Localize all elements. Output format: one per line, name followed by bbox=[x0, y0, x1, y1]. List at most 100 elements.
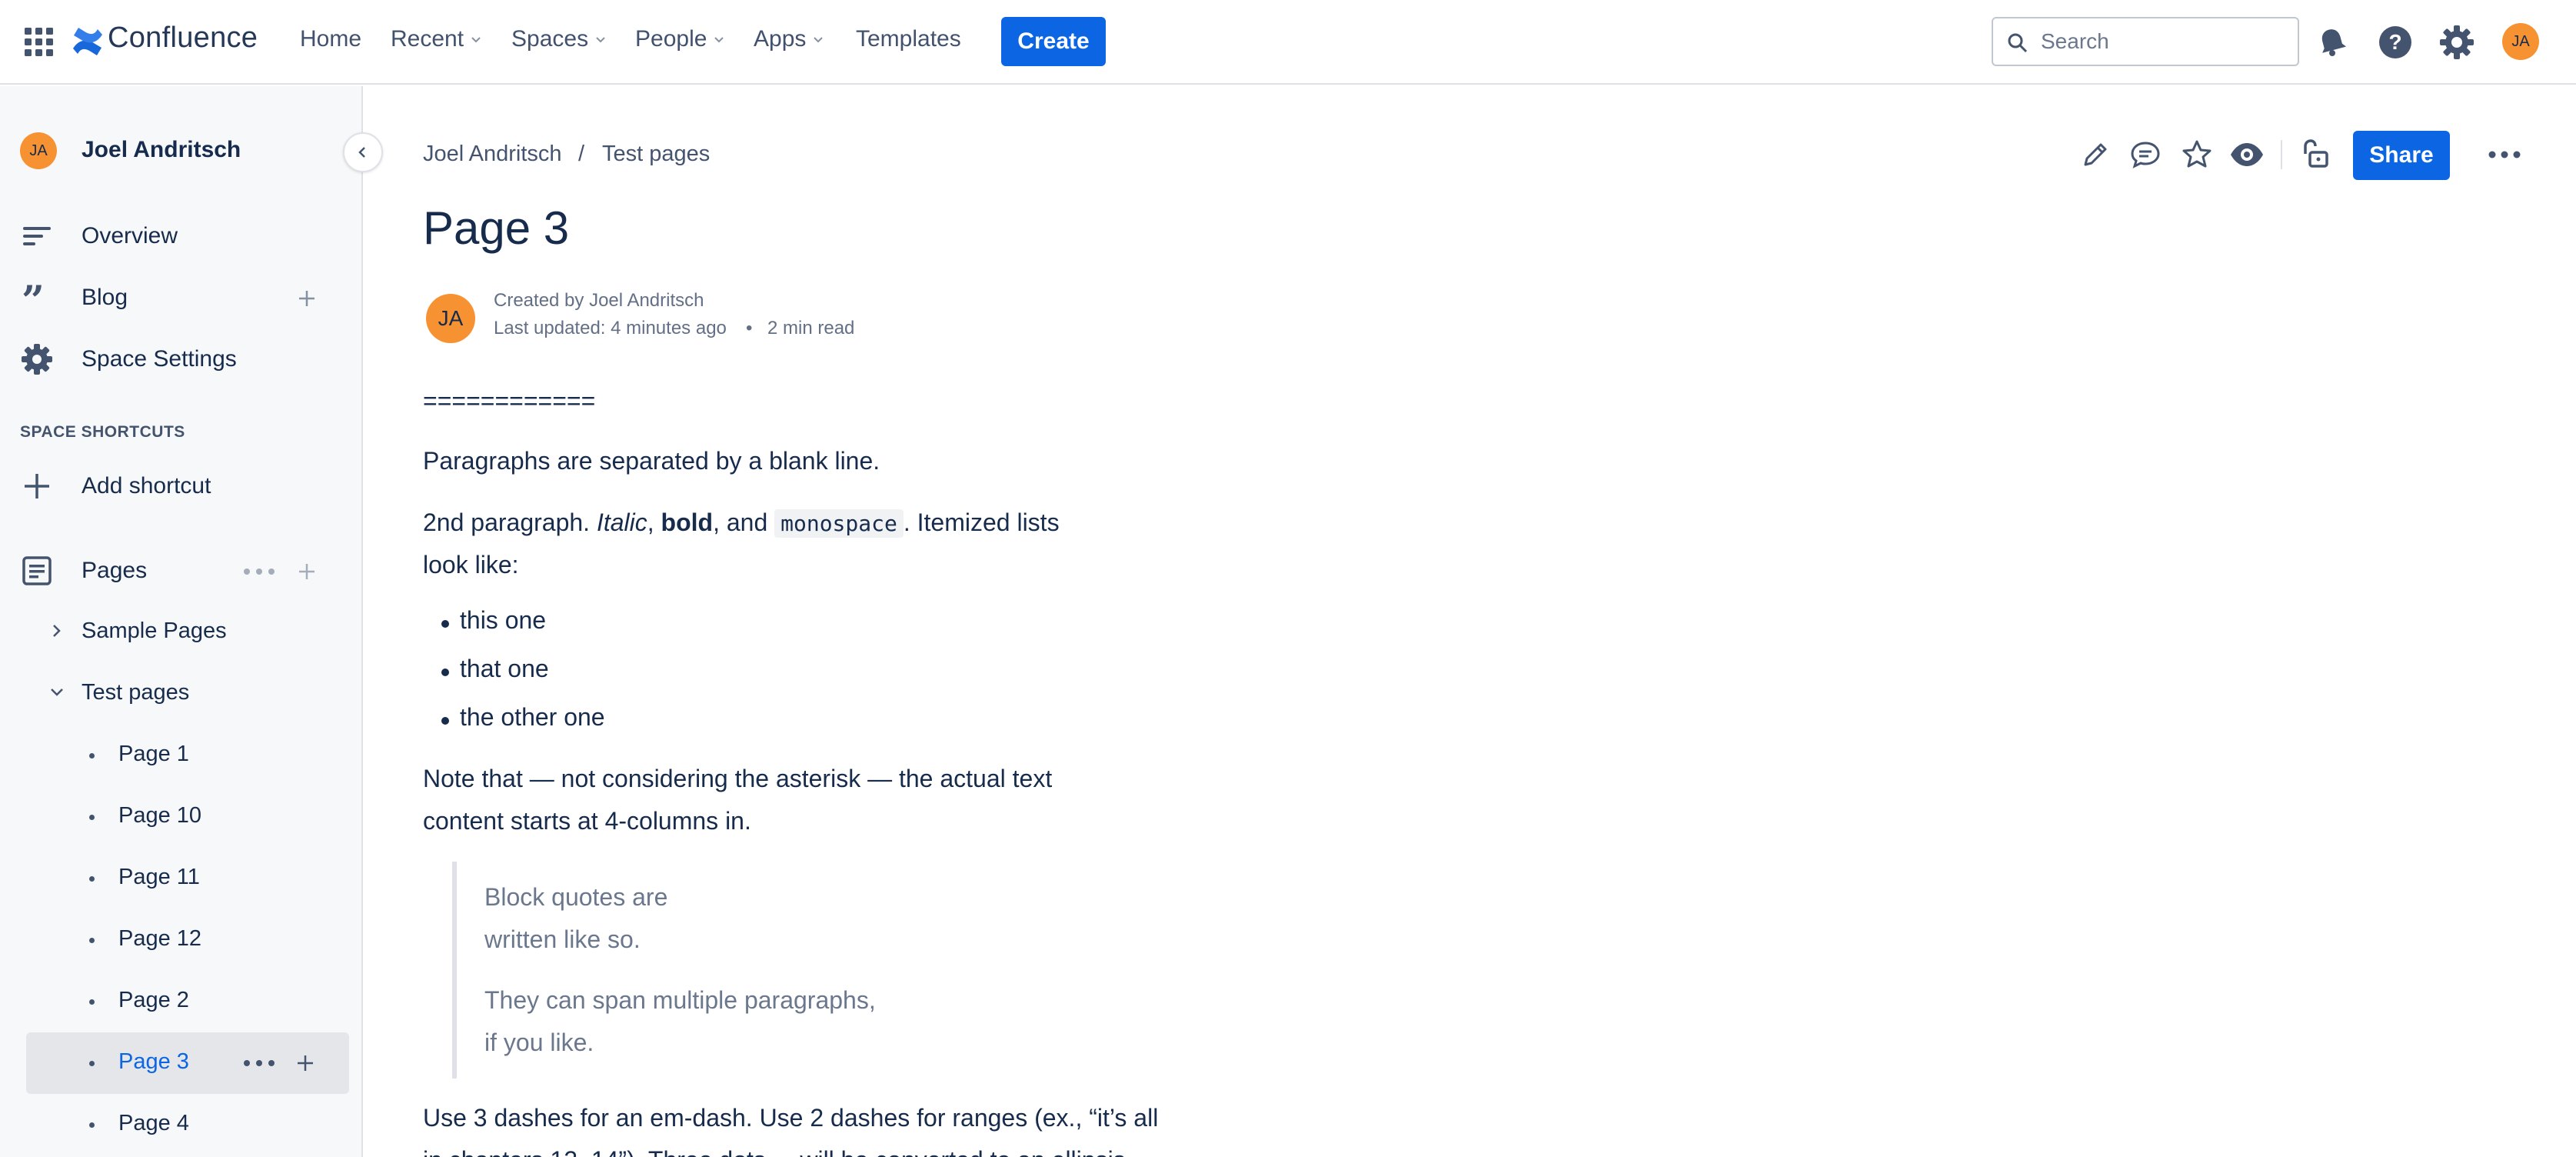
nav-recent-label: Recent bbox=[391, 26, 464, 52]
tree-bullet bbox=[89, 1061, 95, 1066]
svg-text:”: ” bbox=[22, 281, 45, 315]
nav-spaces[interactable]: Spaces bbox=[511, 26, 608, 52]
created-by: Created by Joel Andritsch bbox=[494, 290, 704, 311]
tree-item-label: Page 2 bbox=[118, 988, 189, 1012]
italic-text: Italic bbox=[596, 508, 647, 536]
tree-bullet bbox=[89, 815, 95, 820]
tree-bullet bbox=[89, 1122, 95, 1128]
paragraph-continued: content starts at 4-columns in. bbox=[423, 807, 751, 835]
tree-item-page[interactable]: Page 10 bbox=[0, 786, 363, 848]
help-icon[interactable]: ? bbox=[2378, 25, 2413, 60]
chevron-down-icon[interactable] bbox=[48, 683, 66, 702]
nav-home[interactable]: Home bbox=[300, 26, 361, 52]
sidebar-item-label: Overview bbox=[82, 223, 178, 248]
paragraph: Paragraphs are separated by a blank line… bbox=[423, 447, 880, 475]
chevron-right-icon[interactable] bbox=[48, 622, 66, 640]
tree-bullet bbox=[89, 999, 95, 1005]
notifications-bell-icon[interactable] bbox=[2316, 26, 2348, 58]
list-bullet bbox=[441, 669, 449, 676]
tree-item-page[interactable]: Page 11 bbox=[0, 848, 363, 909]
tree-bullet bbox=[89, 938, 95, 943]
paragraph: Use 3 dashes for an em-dash. Use 2 dashe… bbox=[423, 1104, 1159, 1132]
heading-underline-text: ============ bbox=[423, 387, 596, 415]
pages-label: Pages bbox=[82, 558, 148, 583]
share-button[interactable]: Share bbox=[2353, 131, 2450, 180]
tree-item-sample-pages[interactable]: Sample Pages bbox=[0, 602, 363, 663]
confluence-logo-icon[interactable] bbox=[71, 25, 105, 58]
breadcrumb-item[interactable]: Test pages bbox=[602, 142, 710, 167]
last-updated: Last updated: 4 minutes ago bbox=[494, 318, 727, 338]
list-bullet bbox=[441, 717, 449, 725]
sidebar-item-blog[interactable]: ” Blog bbox=[0, 267, 363, 328]
comment-icon[interactable] bbox=[2128, 138, 2162, 171]
search-icon bbox=[2008, 33, 2028, 53]
tree-item-page-selected[interactable]: Page 3 bbox=[26, 1032, 349, 1094]
tree-item-label: Sample Pages bbox=[82, 619, 227, 643]
chevron-down-icon bbox=[471, 37, 481, 43]
tree-item-label: Page 10 bbox=[118, 803, 202, 828]
pages-more-icon[interactable] bbox=[243, 568, 275, 575]
tree-item-label: Test pages bbox=[82, 680, 190, 705]
author-avatar[interactable]: JA bbox=[426, 294, 475, 343]
star-icon[interactable] bbox=[2181, 138, 2213, 171]
app-name[interactable]: Confluence bbox=[108, 22, 258, 55]
watch-eye-icon[interactable] bbox=[2228, 138, 2265, 171]
add-shortcut-button[interactable]: Add shortcut bbox=[0, 455, 363, 517]
add-shortcut-label: Add shortcut bbox=[82, 473, 211, 498]
app-switcher-icon[interactable] bbox=[25, 28, 54, 57]
list-bullet bbox=[441, 620, 449, 628]
more-actions-icon[interactable] bbox=[2488, 151, 2521, 158]
add-page-icon[interactable] bbox=[297, 562, 317, 582]
gear-icon bbox=[22, 344, 52, 375]
nav-apps-label: Apps bbox=[754, 26, 807, 52]
overview-icon bbox=[23, 227, 51, 245]
nav-spaces-label: Spaces bbox=[511, 26, 589, 52]
inline-code: monospace bbox=[774, 509, 904, 538]
nav-templates-label: Templates bbox=[856, 26, 961, 52]
search-input[interactable]: Search bbox=[1992, 17, 2299, 66]
tree-item-page[interactable]: Page 1 bbox=[0, 725, 363, 786]
text-run: 2nd paragraph. bbox=[423, 508, 597, 536]
chevron-down-icon bbox=[714, 37, 724, 43]
settings-gear-icon[interactable] bbox=[2439, 25, 2474, 60]
top-navigation: Confluence Home Recent Spaces People App… bbox=[0, 0, 2576, 85]
nav-apps[interactable]: Apps bbox=[754, 26, 826, 52]
space-title[interactable]: Joel Andritsch bbox=[82, 137, 241, 163]
page-more-icon[interactable] bbox=[243, 1059, 275, 1067]
tree-bullet bbox=[89, 876, 95, 882]
space-sidebar: JA Joel Andritsch Overview ” Blog Space … bbox=[0, 86, 363, 1157]
text-run: . Itemized lists bbox=[903, 508, 1060, 536]
nav-people[interactable]: People bbox=[635, 26, 727, 52]
list-item: this one bbox=[460, 606, 547, 634]
breadcrumb-item[interactable]: Joel Andritsch bbox=[423, 142, 562, 167]
add-blog-icon[interactable] bbox=[297, 288, 317, 308]
nav-templates[interactable]: Templates bbox=[856, 26, 961, 52]
sidebar-item-overview[interactable]: Overview bbox=[0, 205, 363, 267]
read-time: 2 min read bbox=[767, 318, 855, 338]
tree-item-page[interactable]: Page 12 bbox=[0, 909, 363, 971]
restrictions-unlock-icon[interactable] bbox=[2299, 138, 2331, 171]
blockquote-text: written like so. bbox=[484, 925, 641, 953]
pages-icon bbox=[22, 556, 52, 585]
sidebar-item-pages[interactable]: Pages bbox=[0, 540, 363, 602]
svg-text:?: ? bbox=[2388, 30, 2401, 54]
paragraph-continued: in chapters 12–14”). Three dots ... will… bbox=[423, 1139, 1133, 1157]
tree-item-test-pages[interactable]: Test pages bbox=[0, 663, 363, 725]
sidebar-item-space-settings[interactable]: Space Settings bbox=[0, 328, 363, 390]
tree-item-label: Page 11 bbox=[118, 865, 200, 889]
paragraph: Note that — not considering the asterisk… bbox=[423, 765, 1053, 792]
add-child-page-icon[interactable] bbox=[295, 1053, 315, 1073]
toolbar-divider bbox=[2281, 140, 2282, 169]
create-button[interactable]: Create bbox=[1001, 17, 1106, 66]
bold-text: bold bbox=[661, 508, 714, 536]
blockquote-text: They can span multiple paragraphs, bbox=[484, 986, 876, 1014]
tree-item-page[interactable]: Page 2 bbox=[0, 971, 363, 1032]
user-avatar[interactable]: JA bbox=[2502, 23, 2539, 60]
nav-people-label: People bbox=[635, 26, 707, 52]
edit-pencil-icon[interactable] bbox=[2079, 138, 2112, 171]
blockquote-text: Block quotes are bbox=[484, 883, 668, 911]
chevron-down-icon bbox=[814, 37, 824, 43]
nav-recent[interactable]: Recent bbox=[391, 26, 484, 52]
tree-item-page[interactable]: Page 4 bbox=[0, 1094, 363, 1155]
tree-item-label: Page 3 bbox=[118, 1049, 189, 1074]
